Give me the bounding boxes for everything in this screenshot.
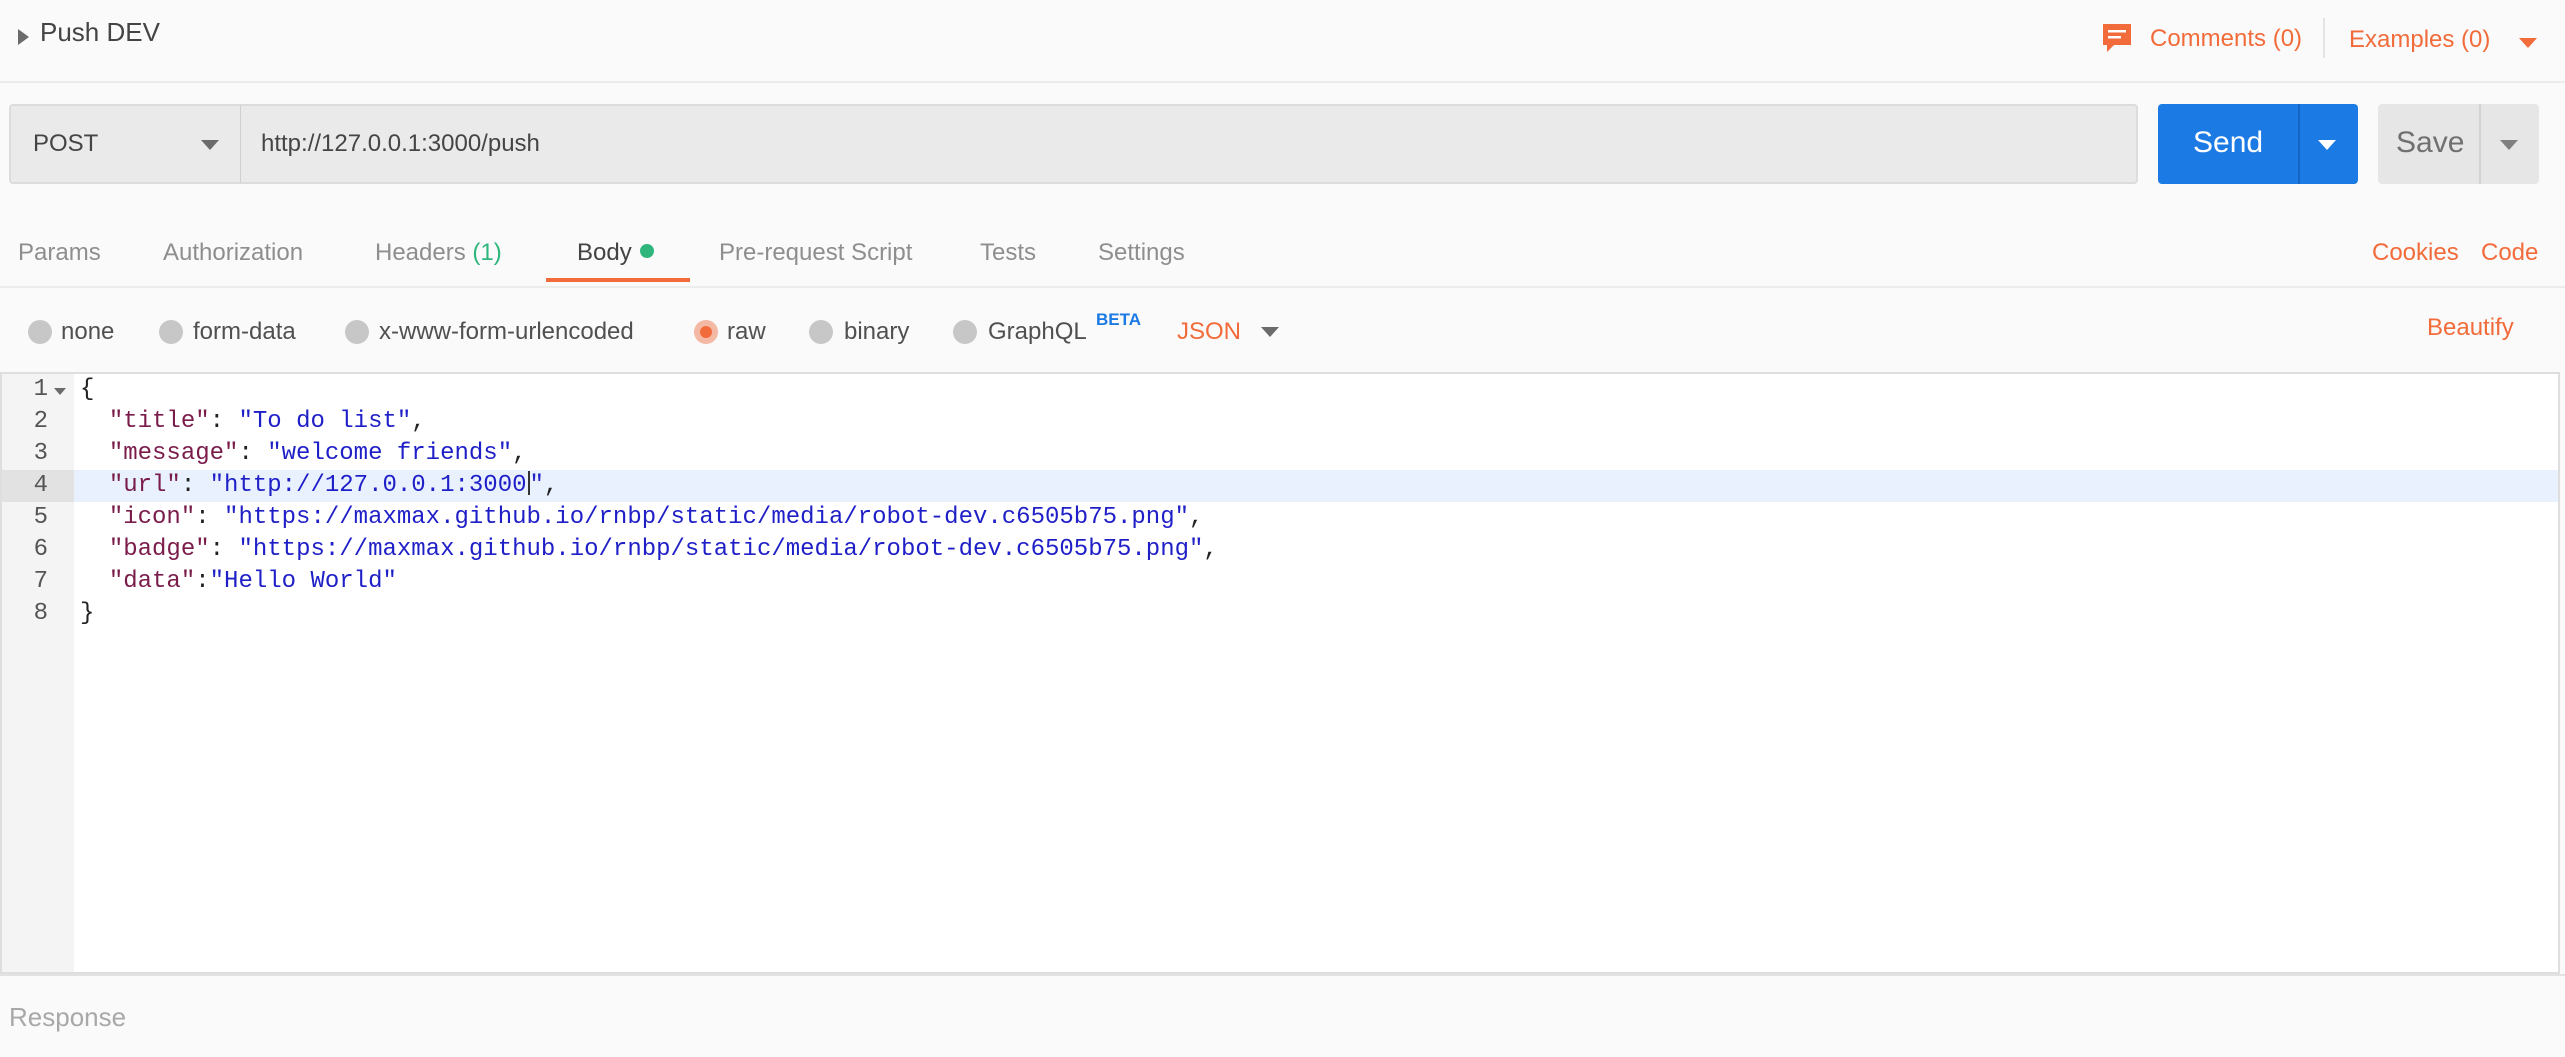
method-select[interactable]: POST bbox=[9, 104, 241, 184]
body-status-dot-icon bbox=[639, 244, 654, 258]
line-number: 1 bbox=[33, 376, 48, 403]
tab-body[interactable]: Body bbox=[577, 239, 654, 267]
save-divider bbox=[2479, 104, 2481, 184]
request-tab-bar: Params Authorization Headers (1) Body Pr… bbox=[0, 206, 2565, 288]
code-text: "data":"Hello World" bbox=[108, 568, 397, 595]
response-divider[interactable] bbox=[0, 974, 2565, 976]
examples-chevron-down-icon[interactable] bbox=[2519, 38, 2537, 48]
examples-link[interactable]: Examples (0) bbox=[2349, 26, 2490, 54]
tab-body-label: Body bbox=[577, 239, 632, 266]
language-chevron-down-icon[interactable] bbox=[1261, 327, 1279, 337]
radio-form-data-label[interactable]: form-data bbox=[193, 318, 296, 346]
radio-binary[interactable] bbox=[809, 320, 833, 344]
radio-x-www-form-urlencoded[interactable] bbox=[345, 320, 369, 344]
code-text: "icon": "https://maxmax.github.io/rnbp/s… bbox=[108, 504, 1204, 531]
tab-settings[interactable]: Settings bbox=[1098, 239, 1185, 267]
code-text: "url": "http://127.0.0.1:3000 ", bbox=[108, 471, 559, 499]
code-line[interactable]: 2 "title": "To do list", bbox=[2, 406, 2558, 438]
tab-tests[interactable]: Tests bbox=[980, 239, 1036, 267]
send-label: Send bbox=[2193, 126, 2264, 159]
collapse-caret-icon[interactable] bbox=[18, 29, 29, 45]
code-line[interactable]: 5 "icon": "https://maxmax.github.io/rnbp… bbox=[2, 502, 2558, 534]
radio-x-www-form-urlencoded-label[interactable]: x-www-form-urlencoded bbox=[379, 318, 634, 346]
line-number: 6 bbox=[33, 536, 48, 563]
radio-none-label[interactable]: none bbox=[61, 318, 114, 346]
method-chevron-down-icon bbox=[201, 140, 219, 150]
comments-link[interactable]: Comments (0) bbox=[2150, 25, 2302, 53]
request-name[interactable]: Push DEV bbox=[40, 17, 160, 48]
code-line-active[interactable]: 4 "url": "http://127.0.0.1:3000 ", bbox=[2, 470, 2558, 502]
language-select[interactable]: JSON bbox=[1177, 318, 1241, 346]
tab-params[interactable]: Params bbox=[18, 239, 101, 267]
line-number: 2 bbox=[33, 408, 48, 435]
save-label: Save bbox=[2396, 126, 2465, 159]
radio-none[interactable] bbox=[28, 320, 52, 344]
response-heading: Response bbox=[9, 1002, 127, 1032]
beta-badge: BETA bbox=[1096, 310, 1142, 329]
save-chevron-down-icon[interactable] bbox=[2500, 140, 2518, 150]
code-text: "title": "To do list", bbox=[108, 408, 426, 435]
tab-headers[interactable]: Headers (1) bbox=[375, 239, 502, 267]
radio-binary-label[interactable]: binary bbox=[844, 318, 909, 346]
code-line[interactable]: 6 "badge": "https://maxmax.github.io/rnb… bbox=[2, 534, 2558, 566]
code-line[interactable]: 7 "data":"Hello World" bbox=[2, 566, 2558, 598]
code-line[interactable]: 1 { bbox=[2, 374, 2558, 406]
tab-headers-label: Headers bbox=[375, 239, 466, 266]
code-text: "badge": "https://maxmax.github.io/rnbp/… bbox=[108, 536, 1218, 563]
line-number: 8 bbox=[33, 600, 48, 627]
code-text: { bbox=[80, 376, 95, 403]
radio-raw[interactable] bbox=[694, 320, 718, 344]
code-text: } bbox=[80, 600, 95, 627]
send-divider bbox=[2298, 104, 2300, 184]
code-editor[interactable]: 1 { 2 "title": "To do list", 3 "message"… bbox=[0, 372, 2560, 974]
radio-form-data[interactable] bbox=[159, 320, 183, 344]
fold-toggle-icon[interactable] bbox=[54, 388, 66, 395]
beautify-button[interactable]: Beautify bbox=[2427, 314, 2514, 342]
active-tab-indicator bbox=[546, 278, 690, 282]
radio-graphql[interactable] bbox=[953, 320, 977, 344]
header-divider bbox=[2323, 18, 2325, 58]
send-chevron-down-icon[interactable] bbox=[2318, 140, 2336, 150]
tab-authorization[interactable]: Authorization bbox=[163, 239, 303, 267]
radio-raw-label[interactable]: raw bbox=[727, 318, 766, 346]
code-line[interactable]: 3 "message": "welcome friends", bbox=[2, 438, 2558, 470]
line-number: 7 bbox=[33, 568, 48, 595]
save-button[interactable]: Save bbox=[2378, 104, 2539, 184]
cookies-link[interactable]: Cookies bbox=[2372, 239, 2459, 267]
code-text: "message": "welcome friends", bbox=[108, 440, 527, 467]
headers-count-badge: (1) bbox=[472, 239, 502, 266]
line-number: 5 bbox=[33, 504, 48, 531]
code-link[interactable]: Code bbox=[2481, 239, 2538, 267]
line-number: 4 bbox=[2, 470, 74, 502]
url-input[interactable] bbox=[241, 104, 2138, 184]
tab-pre-request-script[interactable]: Pre-request Script bbox=[719, 239, 912, 267]
radio-graphql-label[interactable]: GraphQL bbox=[988, 318, 1087, 346]
line-number: 3 bbox=[33, 440, 48, 467]
text-cursor bbox=[527, 471, 530, 495]
comment-icon[interactable] bbox=[2100, 21, 2134, 55]
code-line[interactable]: 8 } bbox=[2, 598, 2558, 630]
send-button[interactable]: Send bbox=[2158, 104, 2358, 184]
method-label: POST bbox=[33, 130, 99, 157]
